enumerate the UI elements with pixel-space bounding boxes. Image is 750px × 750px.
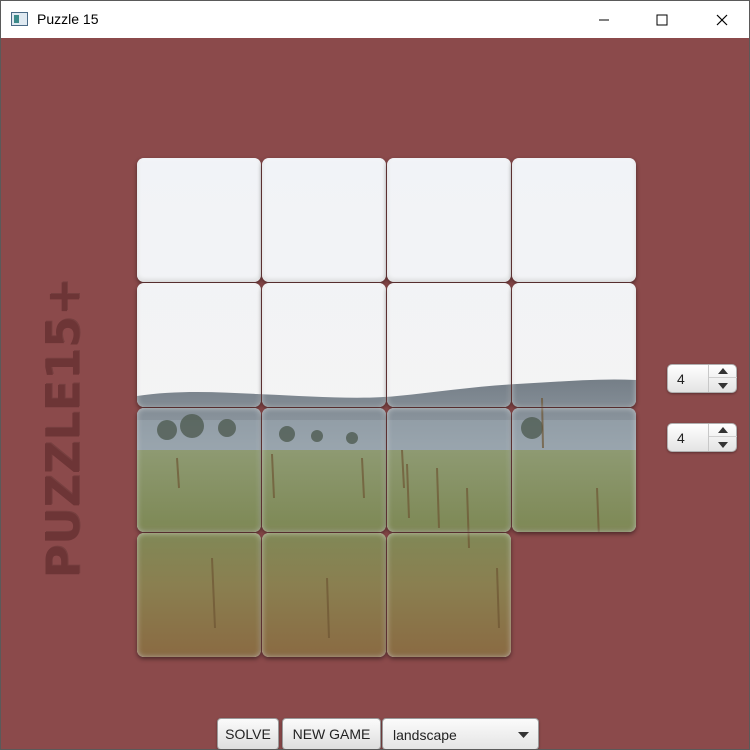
minimize-icon bbox=[599, 19, 609, 20]
puzzle-tile[interactable] bbox=[137, 533, 261, 657]
window-title: Puzzle 15 bbox=[37, 11, 99, 27]
app-icon bbox=[11, 12, 28, 26]
maximize-button[interactable] bbox=[639, 1, 685, 38]
minimize-button[interactable] bbox=[581, 1, 627, 38]
puzzle-tile[interactable] bbox=[262, 158, 386, 282]
puzzle-tile[interactable] bbox=[387, 158, 511, 282]
close-button[interactable] bbox=[699, 1, 745, 38]
cols-spinner-arrows bbox=[708, 424, 737, 451]
rows-increment-button[interactable] bbox=[709, 365, 737, 378]
close-icon bbox=[716, 14, 728, 25]
chevron-down-icon bbox=[518, 732, 529, 738]
puzzle-tile[interactable] bbox=[512, 408, 636, 532]
rows-value[interactable]: 4 bbox=[677, 371, 685, 387]
puzzle-tile[interactable] bbox=[262, 283, 386, 407]
arrow-down-icon bbox=[718, 441, 728, 448]
puzzle-tile[interactable] bbox=[387, 408, 511, 532]
puzzle-logo: PUZZLE15+ bbox=[36, 277, 90, 579]
rows-decrement-button[interactable] bbox=[709, 379, 737, 392]
cols-increment-button[interactable] bbox=[709, 424, 737, 437]
game-area: PUZZLE15+ 4 4 SOLVE NEW GAME landscape bbox=[1, 38, 749, 749]
puzzle-tile[interactable] bbox=[262, 533, 386, 657]
puzzle-tile[interactable] bbox=[137, 408, 261, 532]
arrow-up-icon bbox=[718, 427, 728, 433]
puzzle-tile[interactable] bbox=[137, 283, 261, 407]
rows-spinner[interactable]: 4 bbox=[667, 364, 737, 393]
puzzle-board bbox=[137, 158, 639, 660]
cols-value[interactable]: 4 bbox=[677, 430, 685, 446]
puzzle-tile[interactable] bbox=[512, 283, 636, 407]
puzzle-tile[interactable] bbox=[387, 533, 511, 657]
title-bar[interactable]: Puzzle 15 bbox=[1, 1, 749, 38]
puzzle-tile[interactable] bbox=[262, 408, 386, 532]
maximize-icon bbox=[656, 14, 668, 25]
cols-spinner[interactable]: 4 bbox=[667, 423, 737, 452]
solve-button[interactable]: SOLVE bbox=[217, 718, 279, 749]
image-select-value: landscape bbox=[393, 727, 457, 743]
image-select[interactable]: landscape bbox=[382, 718, 539, 749]
puzzle-tile[interactable] bbox=[137, 158, 261, 282]
arrow-down-icon bbox=[718, 382, 728, 389]
puzzle-tile[interactable] bbox=[512, 158, 636, 282]
arrow-up-icon bbox=[718, 368, 728, 374]
app-window: Puzzle 15 PUZZLE15+ 4 4 SOLVE NEW GAME l… bbox=[0, 0, 750, 750]
rows-spinner-arrows bbox=[708, 365, 737, 392]
cols-decrement-button[interactable] bbox=[709, 438, 737, 451]
puzzle-tile[interactable] bbox=[387, 283, 511, 407]
new-game-button[interactable]: NEW GAME bbox=[282, 718, 381, 749]
